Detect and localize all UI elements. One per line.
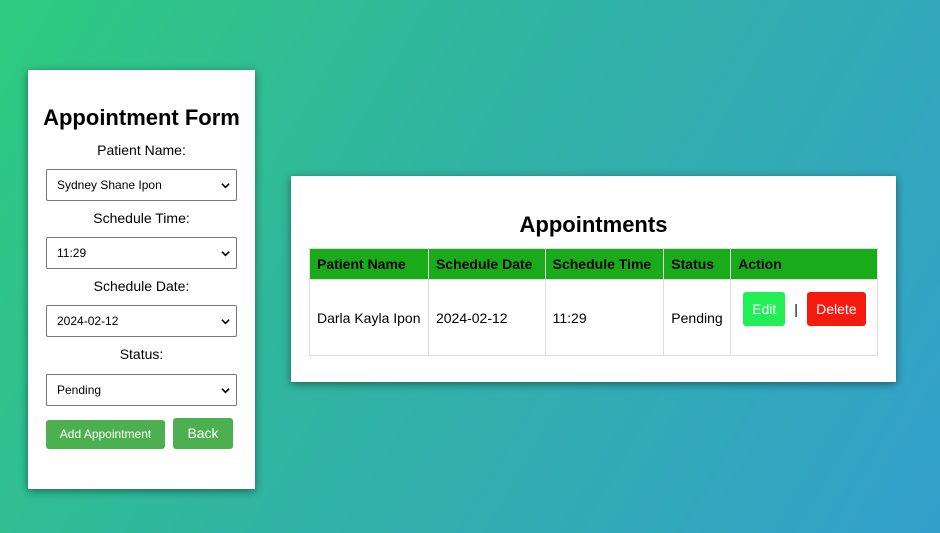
action-buttons: Edit | Delete [738, 291, 870, 326]
add-appointment-button[interactable]: Add Appointment [46, 420, 165, 449]
schedule-date-select[interactable]: 2024-02-12 [46, 305, 237, 337]
appointments-card: Appointments Patient Name Schedule Date … [291, 176, 896, 382]
table-header-row: Patient Name Schedule Date Schedule Time… [309, 248, 878, 280]
column-header-status: Status [663, 248, 732, 280]
chevron-down-icon [221, 319, 230, 325]
chevron-down-icon [221, 251, 230, 257]
action-separator: | [794, 300, 798, 317]
cell-patient-name: Darla Kayla Ipon [309, 279, 429, 356]
form-title: Appointment Form [43, 105, 240, 130]
cell-schedule-date: 2024-02-12 [427, 279, 546, 356]
patient-name-label: Patient Name: [97, 142, 186, 158]
cell-action: Edit | Delete [730, 279, 878, 356]
chevron-down-icon [221, 183, 230, 189]
edit-button[interactable]: Edit [743, 291, 786, 326]
column-header-patient-name: Patient Name [309, 248, 429, 280]
schedule-time-value: 11:29 [57, 246, 87, 260]
schedule-time-select[interactable]: 11:29 [46, 237, 237, 269]
status-label: Status: [119, 346, 164, 362]
appointments-table: Patient Name Schedule Date Schedule Time… [309, 248, 878, 356]
appointments-title: Appointments [519, 212, 668, 237]
column-header-action: Action [730, 248, 878, 280]
patient-name-select[interactable]: Sydney Shane Ipon [46, 169, 237, 201]
cell-schedule-time: 11:29 [544, 279, 665, 356]
column-header-schedule-time: Schedule Time [544, 248, 665, 280]
patient-name-value: Sydney Shane Ipon [57, 178, 162, 192]
column-header-schedule-date: Schedule Date [427, 248, 546, 280]
cell-status: Pending [663, 279, 732, 356]
delete-button[interactable]: Delete [806, 291, 866, 326]
status-select[interactable]: Pending [46, 374, 237, 406]
appointment-form-card: Appointment Form Patient Name: Sydney Sh… [28, 70, 255, 489]
schedule-time-label: Schedule Time: [93, 210, 190, 226]
status-value: Pending [57, 383, 102, 397]
table-row: Darla Kayla Ipon 2024-02-12 11:29 Pendin… [309, 279, 878, 356]
schedule-date-value: 2024-02-12 [57, 314, 119, 328]
back-button[interactable]: Back [173, 418, 233, 449]
schedule-date-label: Schedule Date: [93, 278, 190, 294]
chevron-down-icon [221, 388, 230, 394]
